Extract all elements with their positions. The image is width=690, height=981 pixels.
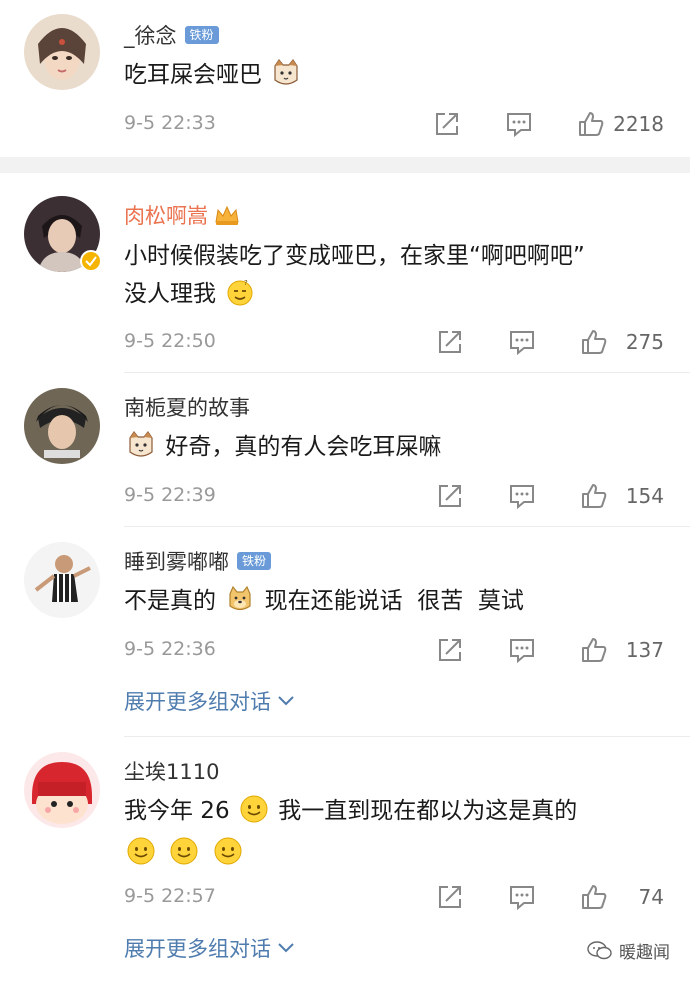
smile-emoji-icon (170, 837, 198, 865)
username-text[interactable]: _徐念 (124, 20, 177, 50)
username[interactable]: 尘埃1110 (124, 756, 219, 786)
verified-icon (80, 250, 102, 272)
comment-text: 小时候假装吃了变成哑巴，在家里“啊吧啊吧” 没人理我 ? (124, 237, 660, 313)
like-count: 154 (625, 484, 664, 508)
action-bar: 275 (436, 328, 664, 356)
comment-text-body: 现在还能说话 很苦 莫试 (264, 588, 524, 614)
expand-label[interactable]: 展开更多组对话 (124, 686, 271, 716)
timestamp: 9-5 22:33 (124, 112, 216, 134)
doge-emoji-icon (229, 585, 251, 611)
action-bar: 74 (436, 883, 664, 911)
wechat-icon (587, 940, 612, 959)
comment-icon[interactable] (505, 110, 533, 138)
comment-text: 好奇，真的有人会吃耳屎嘛 (124, 428, 660, 466)
comment-text-body: 不是真的 (124, 588, 216, 614)
action-bar: 2218 (433, 110, 664, 138)
username[interactable]: _徐念 铁粉 (124, 20, 219, 50)
username[interactable]: 肉松啊嵩 (124, 200, 240, 230)
comment-text: 吃耳屎会哑巴 (124, 56, 660, 94)
action-bar: 137 (436, 636, 664, 664)
share-icon[interactable] (436, 883, 464, 911)
comment-icon[interactable] (508, 636, 536, 664)
avatar[interactable] (24, 14, 100, 90)
avatar[interactable] (24, 388, 100, 464)
comment-text-body: 我一直到现在都以为这是真的 (278, 798, 578, 824)
like-count: 74 (638, 885, 664, 909)
timestamp: 9-5 22:50 (124, 330, 216, 352)
share-icon[interactable] (436, 482, 464, 510)
section-divider (0, 157, 690, 173)
crown-icon (215, 205, 239, 225)
smile-emoji-icon (127, 837, 155, 865)
chevron-down-icon (278, 696, 294, 706)
like-count: 2218 (613, 112, 664, 136)
username-text[interactable]: 肉松啊嵩 (124, 200, 208, 230)
fan-badge: 铁粉 (237, 552, 272, 570)
comment-icon[interactable] (508, 883, 536, 911)
watermark-text: 暖趣闻 (619, 943, 670, 963)
comment-text-body: 吃耳屎会哑巴 (124, 62, 262, 88)
username-text[interactable]: 睡到雾嘟嘟 (124, 546, 229, 576)
fan-badge: 铁粉 (184, 26, 219, 44)
avatar[interactable] (24, 752, 100, 828)
timestamp: 9-5 22:57 (124, 885, 216, 907)
like-icon[interactable] (580, 328, 608, 356)
username-text[interactable]: 尘埃1110 (124, 756, 219, 786)
comment-text-body: 我今年 26 (124, 798, 230, 824)
avatar[interactable] (24, 542, 100, 618)
timestamp: 9-5 22:36 (124, 638, 216, 660)
share-icon[interactable] (436, 636, 464, 664)
comment-text: 我今年 26 我一直到现在都以为这是真的 (124, 792, 660, 872)
username[interactable]: 南栀夏的故事 (124, 392, 250, 422)
dizzy-face-emoji-icon: ? (227, 279, 253, 306)
timestamp: 9-5 22:39 (124, 484, 216, 506)
divider (124, 736, 690, 737)
action-bar: 154 (436, 482, 664, 510)
like-icon[interactable] (580, 636, 608, 664)
watermark: 暖趣闻 (587, 938, 670, 963)
divider (124, 526, 690, 527)
like-count: 137 (625, 638, 664, 662)
expand-conversation-link[interactable]: 展开更多组对话 (124, 686, 295, 716)
username-text[interactable]: 南栀夏的故事 (124, 392, 250, 422)
share-icon[interactable] (433, 110, 461, 138)
like-icon[interactable] (577, 110, 605, 138)
comment-text: 不是真的 现在还能说话 很苦 莫试 (124, 582, 660, 620)
expand-label[interactable]: 展开更多组对话 (124, 933, 271, 963)
like-icon[interactable] (580, 883, 608, 911)
like-icon[interactable] (580, 482, 608, 510)
chevron-down-icon (278, 943, 294, 953)
username[interactable]: 睡到雾嘟嘟 铁粉 (124, 546, 272, 576)
comment-icon[interactable] (508, 328, 536, 356)
comment-text-line: 没人理我 (124, 281, 216, 307)
divider (124, 372, 690, 373)
expand-conversation-link[interactable]: 展开更多组对话 (124, 933, 295, 963)
comment-text-body: 好奇，真的有人会吃耳屎嘛 (165, 434, 442, 460)
like-count: 275 (625, 330, 664, 354)
cat-emoji-icon (274, 58, 298, 85)
svg-text:?: ? (244, 279, 248, 287)
smile-emoji-icon (240, 795, 268, 823)
comment-icon[interactable] (508, 482, 536, 510)
smile-emoji-icon (214, 837, 242, 865)
cat-emoji-icon (129, 430, 153, 457)
comment-text-line: 小时候假装吃了变成哑巴，在家里“啊吧啊吧” (124, 243, 585, 269)
share-icon[interactable] (436, 328, 464, 356)
